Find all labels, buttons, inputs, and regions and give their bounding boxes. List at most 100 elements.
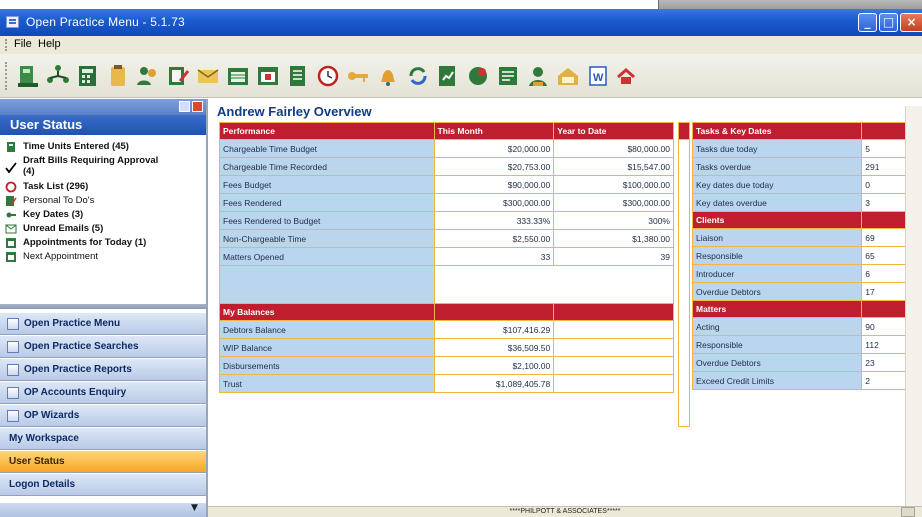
summary-table: Tasks & Key Dates Tasks due today 5 Tasks… (691, 122, 912, 390)
this-month-value: $2,550.00 (433, 229, 555, 248)
title-bar[interactable]: Open Practice Menu - 5.1.73 _ □ × (0, 9, 922, 36)
calendar-icon[interactable] (254, 61, 282, 91)
this-month-value: $20,753.00 (433, 157, 555, 176)
row-label: Responsible (691, 335, 863, 354)
chevron-down-icon[interactable]: ▼ (191, 503, 198, 513)
row-label: Trust (219, 374, 435, 393)
nav-user-status[interactable]: User Status (0, 450, 206, 473)
page-title: Andrew Fairley Overview (217, 104, 372, 119)
row-label: Introducer (691, 264, 863, 283)
nav-open-practice-reports[interactable]: Open Practice Reports (0, 358, 206, 381)
todo-icon (6, 196, 17, 206)
refresh-icon[interactable] (404, 61, 432, 91)
nav-op-accounts-enquiry[interactable]: OP Accounts Enquiry (0, 381, 206, 404)
users-icon[interactable] (524, 61, 552, 91)
pin-icon[interactable] (179, 101, 190, 112)
nav-open-practice-searches[interactable]: Open Practice Searches (0, 335, 206, 358)
column-header: Performance (219, 122, 435, 140)
organisation-icon[interactable] (44, 61, 72, 91)
balance-value: $36,509.50 (433, 338, 555, 357)
year-to-date-value: $300,000.00 (553, 193, 674, 212)
clock-icon[interactable] (314, 61, 342, 91)
calculator-icon[interactable] (74, 61, 102, 91)
column-header: Year to Date (553, 122, 674, 140)
table-header-row: Performance This Month Year to Date (219, 122, 674, 140)
row-label: Exceed Credit Limits (691, 371, 863, 390)
minimize-button[interactable]: _ (858, 13, 877, 32)
notes-icon[interactable] (494, 61, 522, 91)
table-row-empty (219, 265, 675, 304)
table-row: Fees Rendered $300,000.00 $300,000.00 (219, 193, 674, 212)
nav-op-wizards[interactable]: OP Wizards (0, 404, 206, 427)
year-to-date-value: $1,380.00 (553, 229, 674, 248)
table-row: Non-Chargeable Time $2,550.00 $1,380.00 (219, 229, 674, 248)
this-month-value: $20,000.00 (433, 139, 555, 158)
menu-bar: File Help (0, 36, 922, 54)
folder-icon[interactable] (224, 61, 252, 91)
balance-value: $107,416.29 (433, 320, 555, 339)
row-label: Tasks overdue (691, 157, 863, 176)
checkmark-icon (5, 162, 17, 174)
row-label: Fees Budget (219, 175, 435, 194)
year-to-date-value: $15,547.00 (553, 157, 674, 176)
clipboard-icon[interactable] (104, 61, 132, 91)
table-row: Acting 90 (691, 317, 912, 336)
nav-logon-details[interactable]: Logon Details (0, 473, 206, 496)
clients-header-row: Clients (691, 211, 912, 229)
table-row: Exceed Credit Limits 2 (691, 371, 912, 390)
background-window (658, 0, 922, 9)
table-row: Key dates due today 0 (691, 175, 912, 194)
scroll-right-icon[interactable] (901, 507, 915, 517)
notepad-icon[interactable] (164, 61, 192, 91)
home-icon[interactable] (612, 61, 640, 91)
reports-icon[interactable] (434, 61, 462, 91)
nav-my-workspace[interactable]: My Workspace (0, 427, 206, 450)
row-label: Key dates overdue (691, 193, 863, 212)
spacer-column (678, 122, 690, 427)
vertical-scrollbar[interactable] (905, 106, 922, 517)
close-button[interactable]: × (900, 13, 922, 32)
row-label: Matters Opened (219, 247, 435, 266)
this-month-value: 333.33% (433, 211, 555, 230)
menu-file[interactable]: File (14, 38, 32, 50)
people-icon[interactable] (134, 61, 162, 91)
table-row: Responsible 65 (691, 246, 912, 265)
table-row: Matters Opened 33 39 (219, 247, 674, 266)
user-status-header: User Status (0, 115, 206, 135)
tasks-header-row: Tasks & Key Dates (691, 122, 912, 140)
this-month-value: $90,000.00 (433, 175, 555, 194)
task-list-icon (5, 181, 17, 193)
row-label: Overdue Debtors (691, 282, 863, 301)
table-row: Liaison 69 (691, 228, 912, 247)
sidebar-splitter[interactable] (0, 304, 206, 309)
table-row: Tasks due today 5 (691, 139, 912, 158)
window-title: Open Practice Menu - 5.1.73 (26, 15, 185, 29)
inbox-icon[interactable] (554, 61, 582, 91)
sidebar-close-icon[interactable] (192, 101, 203, 112)
accounts-icon (7, 387, 19, 399)
table-row: Responsible 112 (691, 335, 912, 354)
envelope-icon[interactable] (194, 61, 222, 91)
reports-icon (7, 364, 19, 376)
appointments-icon (6, 238, 16, 248)
nav-open-practice-menu[interactable]: Open Practice Menu (0, 312, 206, 335)
key-dates-icon (6, 212, 16, 218)
word-icon[interactable]: W (584, 61, 612, 91)
time-entry-icon[interactable] (14, 61, 42, 91)
menubar-grip (5, 39, 8, 51)
footer-text: ****PHILPOTT & ASSOCIATES***** (509, 508, 621, 515)
globe-icon[interactable] (464, 61, 492, 91)
performance-table: Performance This Month Year to Date Char… (219, 122, 675, 393)
this-month-value: $300,000.00 (433, 193, 555, 212)
row-label: Acting (691, 317, 863, 336)
column-header: This Month (433, 122, 555, 140)
menu-help[interactable]: Help (38, 38, 61, 50)
year-to-date-value: $100,000.00 (553, 175, 674, 194)
row-label: Fees Rendered (219, 193, 435, 212)
table-row: Fees Rendered to Budget 333.33% 300% (219, 211, 674, 230)
bell-icon[interactable] (374, 61, 402, 91)
maximize-button[interactable]: □ (879, 13, 898, 32)
document-icon[interactable] (284, 61, 312, 91)
keys-icon[interactable] (344, 61, 372, 91)
email-icon (5, 224, 17, 234)
